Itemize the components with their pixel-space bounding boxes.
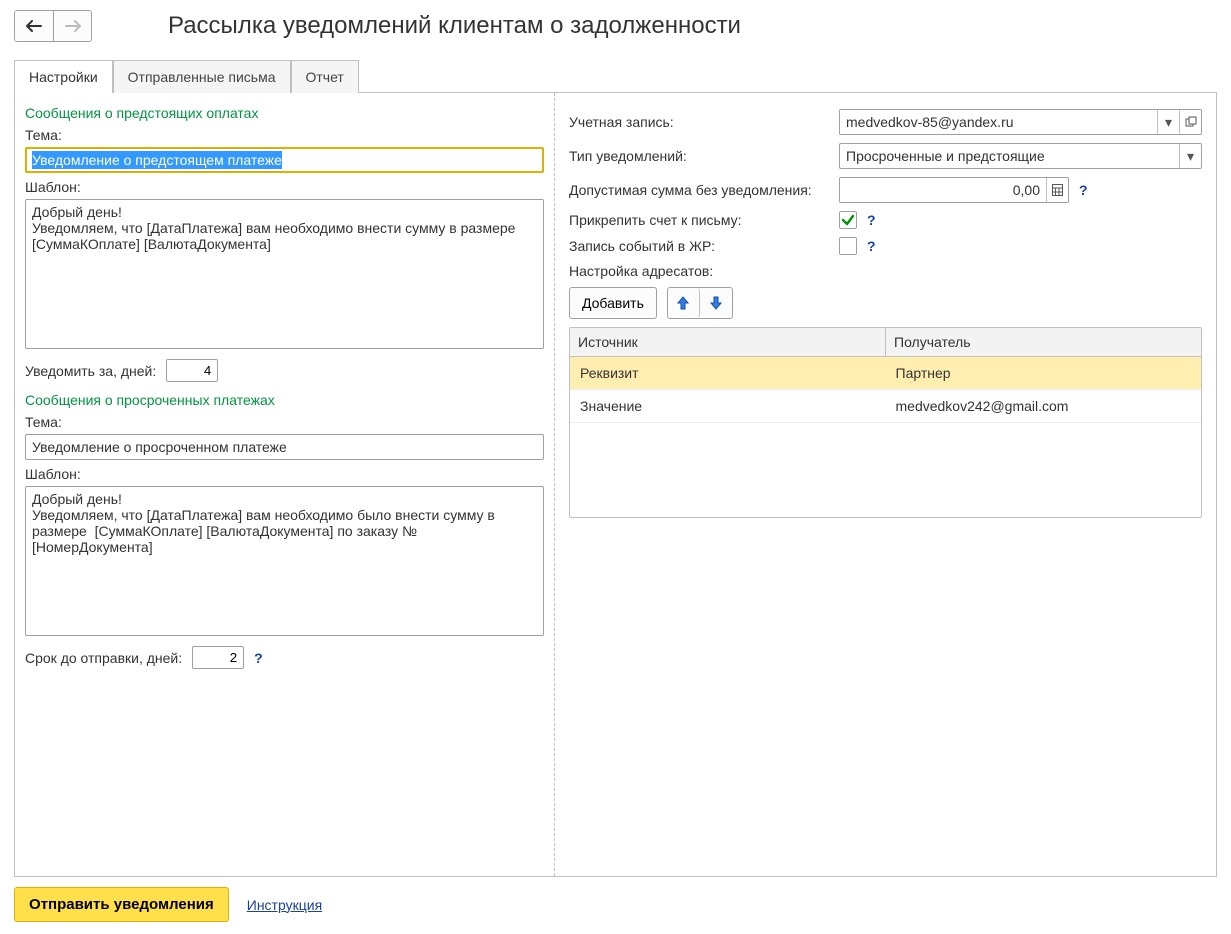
arrow-down-icon [710, 296, 722, 310]
overdue-section-header: Сообщения о просроченных платежах [25, 392, 544, 408]
recipients-label: Настройка адресатов: [569, 263, 1202, 279]
move-up-button[interactable] [668, 288, 700, 318]
upcoming-section-header: Сообщения о предстоящих оплатах [25, 105, 544, 121]
tab-sent[interactable]: Отправленные письма [113, 60, 291, 93]
type-select[interactable]: Просроченные и предстоящие ▾ [839, 143, 1202, 169]
chevron-down-icon[interactable]: ▾ [1179, 144, 1201, 168]
upcoming-template-input[interactable]: Добрый день! Уведомляем, что [ДатаПлатеж… [25, 199, 544, 349]
arrow-up-icon [677, 296, 689, 310]
upcoming-template-label: Шаблон: [25, 179, 544, 195]
account-label: Учетная запись: [569, 114, 829, 130]
send-days-input[interactable] [192, 646, 244, 669]
grid-cell-recipient: Партнер [886, 357, 1202, 389]
attach-checkbox[interactable] [839, 211, 857, 229]
tab-settings[interactable]: Настройки [14, 60, 113, 93]
move-down-button[interactable] [700, 288, 732, 318]
account-value: medvedkov-85@yandex.ru [840, 110, 1157, 134]
chevron-down-icon[interactable]: ▾ [1157, 110, 1179, 134]
tabs: Настройки Отправленные письма Отчет [14, 60, 1217, 93]
instruction-link[interactable]: Инструкция [247, 897, 322, 913]
table-row[interactable]: Значение medvedkov242@gmail.com [570, 390, 1201, 423]
grid-cell-recipient: medvedkov242@gmail.com [886, 390, 1202, 422]
log-label: Запись событий в ЖР: [569, 238, 829, 254]
threshold-label: Допустимая сумма без уведомления: [569, 182, 829, 198]
open-external-icon[interactable] [1179, 110, 1201, 134]
forward-button[interactable] [53, 11, 91, 41]
grid-col-recipient[interactable]: Получатель [886, 328, 1201, 356]
arrow-right-icon [65, 20, 81, 32]
log-checkbox[interactable] [839, 237, 857, 255]
overdue-template-input[interactable]: Добрый день! Уведомляем, что [ДатаПлатеж… [25, 486, 544, 636]
threshold-input[interactable]: 0,00 [839, 177, 1069, 203]
grid-cell-source: Значение [570, 390, 886, 422]
overdue-subject-label: Тема: [25, 414, 544, 430]
check-icon [841, 213, 855, 227]
notify-days-label: Уведомить за, дней: [25, 363, 156, 379]
attach-label: Прикрепить счет к письму: [569, 212, 829, 228]
add-button[interactable]: Добавить [569, 287, 657, 319]
recipients-grid: Источник Получатель Реквизит Партнер Зна… [569, 327, 1202, 518]
upcoming-subject-label: Тема: [25, 127, 544, 143]
table-row[interactable]: Реквизит Партнер [570, 357, 1201, 390]
overdue-template-label: Шаблон: [25, 466, 544, 482]
help-icon[interactable]: ? [867, 212, 876, 228]
page-title: Рассылка уведомлений клиентам о задолжен… [168, 12, 741, 40]
help-icon[interactable]: ? [867, 238, 876, 254]
grid-col-source[interactable]: Источник [570, 328, 886, 356]
type-value: Просроченные и предстоящие [840, 144, 1179, 168]
grid-cell-source: Реквизит [570, 357, 886, 389]
calculator-icon[interactable] [1046, 178, 1068, 202]
send-button[interactable]: Отправить уведомления [14, 887, 229, 922]
help-icon[interactable]: ? [254, 650, 263, 666]
overdue-subject-input[interactable]: Уведомление о просроченном платеже [25, 434, 544, 460]
type-label: Тип уведомлений: [569, 148, 829, 164]
help-icon[interactable]: ? [1079, 182, 1088, 198]
upcoming-subject-input[interactable]: Уведомление о предстоящем платеже [25, 147, 544, 173]
back-button[interactable] [15, 11, 53, 41]
send-days-label: Срок до отправки, дней: [25, 650, 182, 666]
threshold-value: 0,00 [840, 178, 1046, 202]
tab-report[interactable]: Отчет [291, 60, 359, 93]
arrow-left-icon [26, 20, 42, 32]
account-select[interactable]: medvedkov-85@yandex.ru ▾ [839, 109, 1202, 135]
upcoming-subject-text: Уведомление о предстоящем платеже [32, 151, 282, 169]
notify-days-input[interactable] [166, 359, 218, 382]
nav-buttons [14, 10, 92, 42]
